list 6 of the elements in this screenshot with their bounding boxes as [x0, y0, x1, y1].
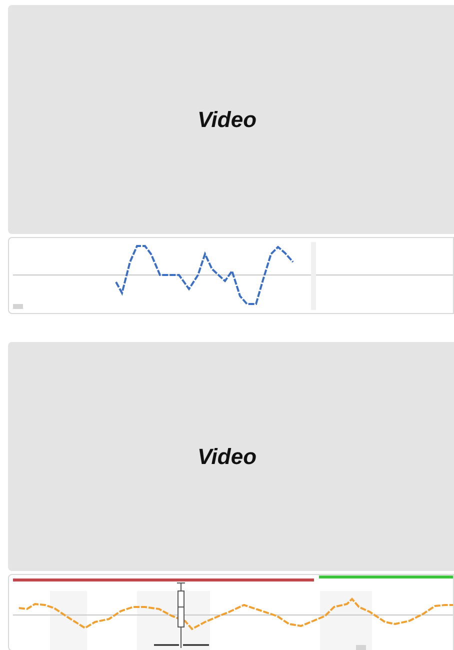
video-label: Video	[197, 443, 258, 471]
playhead-marker[interactable]	[154, 582, 209, 648]
divider-band	[311, 242, 316, 310]
video-label: Video	[197, 106, 258, 134]
scroll-handle[interactable]	[356, 645, 366, 650]
scroll-handle[interactable]	[13, 304, 23, 309]
